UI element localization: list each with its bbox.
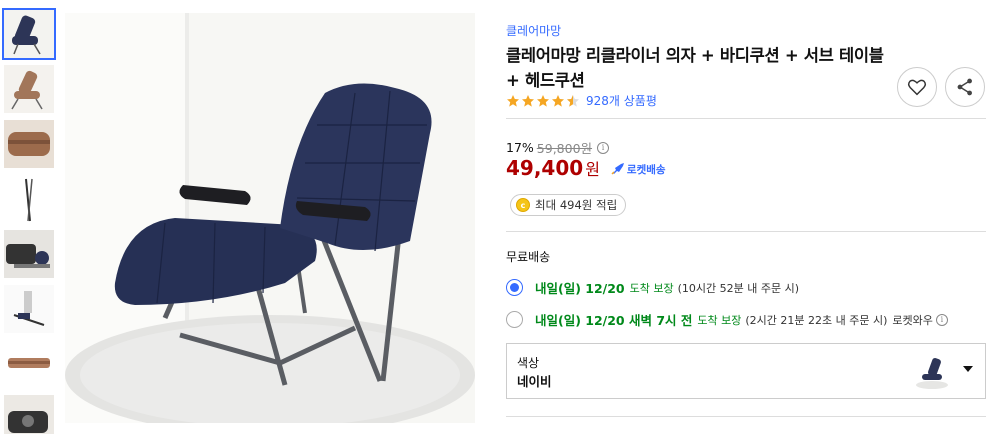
chevron-down-icon — [963, 366, 973, 372]
thumbnail-1[interactable] — [2, 8, 56, 60]
discount-line: 17% 59,800원 i — [506, 138, 610, 157]
delivery-cutoff: (2시간 21분 22초 내 주문 시) — [745, 313, 888, 327]
delivery-radio-1[interactable] — [506, 279, 523, 296]
thumbnail-3[interactable] — [4, 120, 54, 168]
info-icon[interactable]: i — [935, 313, 948, 326]
discount-rate: 17% — [506, 140, 534, 155]
main-product-image[interactable] — [65, 13, 475, 423]
price-unit: 원 — [585, 160, 600, 179]
half-star-icon — [567, 94, 579, 107]
delivery-guarantee: 도착 보장 — [697, 313, 742, 327]
price-line: 49,400 원 로켓배송 — [506, 156, 666, 180]
free-shipping-label: 무료배송 — [506, 250, 551, 264]
option-thumbnail — [914, 354, 950, 390]
thumbnail-6[interactable] — [4, 285, 54, 333]
delivery-radio-2[interactable] — [506, 311, 523, 328]
coin-icon: c — [516, 198, 530, 212]
divider — [506, 231, 986, 232]
delivery-date: 내일(일) 12/20 새벽 7시 전 — [535, 313, 693, 328]
thumbnail-8[interactable] — [4, 395, 54, 434]
thumbnail-5[interactable] — [4, 230, 54, 278]
color-option-select[interactable]: 색상 네이비 — [506, 343, 986, 399]
divider — [506, 416, 986, 417]
star-rating — [506, 94, 581, 108]
option-value: 네이비 — [517, 374, 552, 389]
rocket-wow-label: 로켓와우 — [892, 313, 933, 327]
thumbnail-2[interactable] — [4, 65, 54, 113]
star-icon — [507, 94, 519, 107]
thumbnail-7[interactable] — [4, 340, 54, 388]
rating-row[interactable]: 928개 상품평 — [506, 92, 657, 109]
favorite-button[interactable] — [897, 67, 937, 107]
info-icon[interactable]: i — [597, 141, 610, 154]
star-icon — [522, 94, 534, 107]
delivery-option-1[interactable]: 내일(일) 12/20 도착 보장 (10시간 52분 내 주문 시) — [506, 278, 799, 297]
original-price: 59,800원 — [536, 141, 593, 156]
divider — [506, 118, 986, 119]
delivery-option-2[interactable]: 내일(일) 12/20 새벽 7시 전 도착 보장 (2시간 21분 22초 내… — [506, 310, 948, 329]
brand-link[interactable]: 클레어마망 — [506, 22, 561, 39]
reward-text: 최대 494원 적립 — [535, 198, 618, 212]
delivery-guarantee: 도착 보장 — [629, 281, 674, 295]
delivery-date: 내일(일) 12/20 — [535, 281, 625, 296]
heart-icon — [907, 79, 927, 96]
star-icon — [537, 94, 549, 107]
rocket-icon — [611, 163, 624, 175]
reward-badge: c 최대 494원 적립 — [510, 194, 627, 216]
product-title: 클레어마망 리클라이너 의자 + 바디쿠션 + 서브 테이블 + 헤드쿠션 — [506, 46, 884, 90]
option-label: 색상 — [517, 356, 540, 370]
share-button[interactable] — [945, 67, 985, 107]
star-icon — [552, 94, 564, 107]
share-icon — [957, 78, 972, 96]
thumbnail-4[interactable] — [4, 175, 54, 223]
review-count-link[interactable]: 928개 상품평 — [586, 92, 657, 109]
sale-price: 49,400 — [506, 156, 584, 180]
delivery-cutoff: (10시간 52분 내 주문 시) — [677, 281, 800, 295]
rocket-delivery-badge: 로켓배송 — [611, 162, 666, 177]
product-info: 클레어마망 클레어마망 리클라이너 의자 + 바디쿠션 + 서브 테이블 + 헤… — [506, 0, 986, 434]
rocket-label: 로켓배송 — [626, 163, 666, 176]
